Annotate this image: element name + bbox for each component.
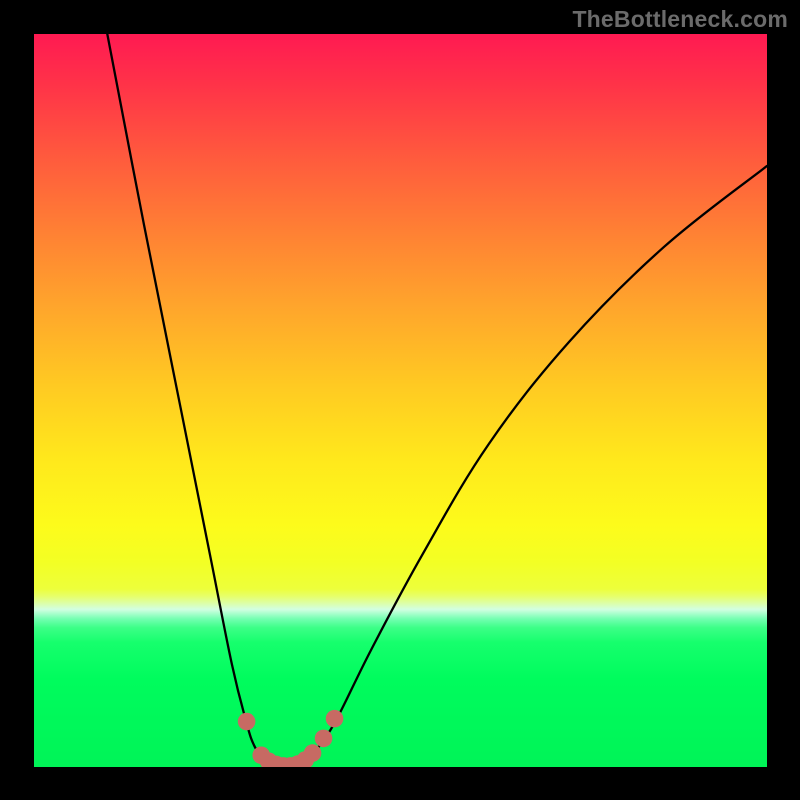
marker-dot (304, 744, 322, 762)
plot-area (34, 34, 767, 767)
bottleneck-curve (107, 34, 767, 766)
v-curve-path (107, 34, 767, 766)
marker-dot (315, 730, 333, 748)
watermark-text: TheBottleneck.com (572, 6, 788, 33)
curve-layer (34, 34, 767, 767)
marker-dot (326, 710, 344, 728)
marker-group (238, 710, 344, 767)
chart-frame: TheBottleneck.com (0, 0, 800, 800)
marker-dot (238, 713, 256, 731)
